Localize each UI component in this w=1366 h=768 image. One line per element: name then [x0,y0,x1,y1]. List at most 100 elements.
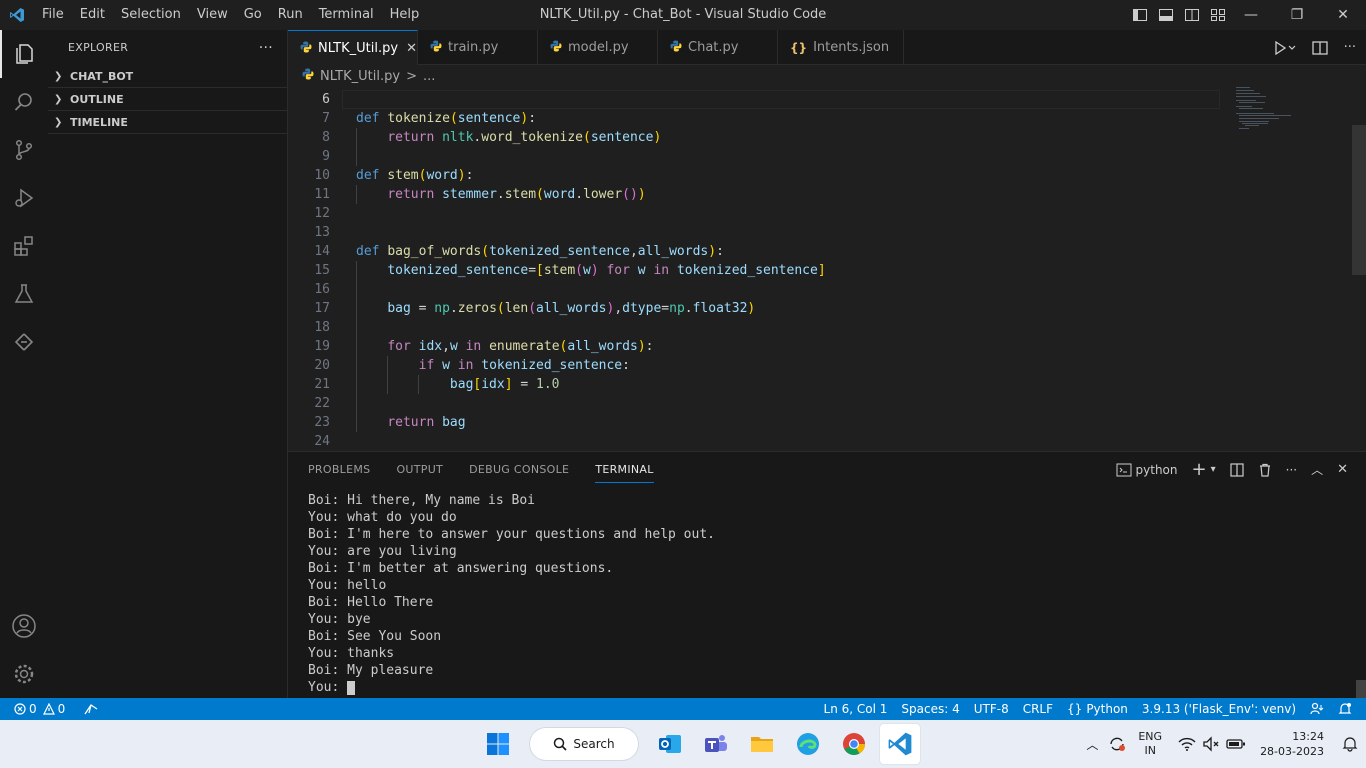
sync-icon[interactable] [1108,735,1126,753]
run-debug-icon[interactable] [0,174,48,222]
wifi-icon[interactable] [1178,736,1196,752]
section-outline[interactable]: ❯ OUTLINE [48,88,287,111]
kill-terminal-icon[interactable] [1258,463,1272,477]
minimize-button[interactable]: — [1228,0,1274,30]
clock[interactable]: 13:24 28-03-2023 [1260,729,1324,759]
python-interpreter[interactable]: 3.9.13 ('Flask_Env': venv) [1142,702,1296,716]
close-tab-icon[interactable]: ✕ [406,41,417,56]
extensions-icon[interactable] [0,222,48,270]
problems-status[interactable]: 0 0 [14,702,65,716]
split-editor-icon[interactable] [1311,40,1328,55]
braces-icon: {} [1067,702,1083,716]
menu-go[interactable]: Go [236,0,270,30]
teams-icon[interactable] [696,724,736,764]
tab-debug-console[interactable]: DEBUG CONSOLE [469,457,569,482]
encoding[interactable]: UTF-8 [974,702,1009,716]
sidebar-more-actions-button[interactable]: ··· [259,40,273,56]
outlook-icon[interactable] [650,724,690,764]
menu-file[interactable]: File [34,0,72,30]
input-language[interactable]: ENG IN [1138,730,1162,758]
tab-train[interactable]: train.py [418,30,538,65]
sidebar-title: EXPLORER [68,41,129,54]
chevron-up-icon[interactable]: ︿ [1086,736,1098,753]
taskbar-search[interactable]: Search [530,728,638,760]
cursor-position[interactable]: Ln 6, Col 1 [824,702,888,716]
indentation[interactable]: Spaces: 4 [901,702,959,716]
vscode-taskbar-icon[interactable] [880,724,920,764]
window-controls: — ❐ ✕ [1228,0,1366,30]
menu-run[interactable]: Run [270,0,311,30]
section-chat-bot[interactable]: ❯ CHAT_BOT [48,65,287,88]
toggle-primary-sidebar-icon[interactable] [1132,7,1148,23]
settings-gear-icon[interactable] [0,650,48,698]
source-control-icon[interactable] [0,126,48,174]
tab-label: NLTK_Util.py [318,40,399,56]
split-terminal-icon[interactable] [1230,462,1244,477]
tab-terminal[interactable]: TERMINAL [595,457,654,483]
code-line: 20 if w in tokenized_sentence: [314,358,630,373]
activity-bar [0,30,48,698]
section-timeline[interactable]: ❯ TIMELINE [48,111,287,134]
close-window-button[interactable]: ✕ [1320,0,1366,30]
code-editor[interactable]: 6 7 def tokenize(sentence): 8 return nltk… [288,87,1366,451]
section-label: CHAT_BOT [70,69,134,83]
maximize-panel-icon[interactable]: ︿ [1311,461,1323,478]
close-panel-icon[interactable]: ✕ [1337,462,1348,477]
remote-icon[interactable] [0,318,48,366]
language-code: ENG [1138,730,1163,743]
tab-nltk-util[interactable]: NLTK_Util.py ✕ [288,30,418,65]
terminal-scrollbar[interactable] [1356,680,1366,698]
breadcrumb: NLTK_Util.py > ... [288,65,1366,87]
notification-bell-icon[interactable] [1342,736,1358,752]
terminal-output[interactable]: Boi: Hi there, My name is Boi You: what d… [308,492,715,696]
breadcrumb-symbols[interactable]: ... [423,69,435,84]
editor-actions: ··· [1274,30,1356,65]
notifications-icon[interactable] [1338,702,1352,716]
tab-problems[interactable]: PROBLEMS [308,457,370,482]
account-icon[interactable] [0,602,48,650]
terminal-icon [1116,463,1132,476]
run-python-file-icon[interactable] [1274,40,1296,55]
menu-view[interactable]: View [189,0,236,30]
customize-layout-icon[interactable] [1210,7,1226,23]
title-bar: File Edit Selection View Go Run Terminal… [0,0,1366,30]
testing-icon[interactable] [0,270,48,318]
volume-muted-icon[interactable] [1202,736,1220,752]
chrome-icon[interactable] [834,724,874,764]
edge-icon[interactable] [788,724,828,764]
line-ending[interactable]: CRLF [1023,702,1053,716]
tab-chat[interactable]: Chat.py [658,30,778,65]
live-share-icon[interactable] [83,702,99,716]
tab-intents[interactable]: {} Intents.json [778,30,904,65]
explorer-icon[interactable] [0,30,48,78]
battery-icon[interactable] [1226,737,1246,751]
tab-model[interactable]: model.py [538,30,658,65]
language-mode[interactable]: {} Python [1067,702,1128,716]
new-terminal-icon[interactable]: + [1192,459,1207,480]
menu-terminal[interactable]: Terminal [311,0,382,30]
python-icon [430,40,442,55]
toggle-secondary-sidebar-icon[interactable] [1184,7,1200,23]
tab-label: model.py [568,40,629,55]
chevron-down-icon[interactable]: ▾ [1211,464,1216,475]
code-line: 18 [314,320,330,335]
terminal-shell-selector[interactable]: python [1116,463,1178,477]
file-explorer-icon[interactable] [742,724,782,764]
minimap[interactable] [1234,87,1314,147]
terminal-prompt-line[interactable]: You: [308,679,715,696]
warning-icon [42,703,55,715]
menu-help[interactable]: Help [382,0,428,30]
search-icon[interactable] [0,78,48,126]
maximize-button[interactable]: ❐ [1274,0,1320,30]
error-icon [14,703,26,715]
menu-edit[interactable]: Edit [72,0,113,30]
feedback-icon[interactable] [1310,702,1324,716]
breadcrumb-file[interactable]: NLTK_Util.py [320,69,400,84]
tab-output[interactable]: OUTPUT [396,457,443,482]
toggle-panel-icon[interactable] [1158,7,1174,23]
more-actions-icon[interactable]: ··· [1286,463,1297,477]
editor-scrollbar[interactable] [1352,125,1366,275]
menu-selection[interactable]: Selection [113,0,189,30]
start-button[interactable] [478,724,518,764]
more-actions-icon[interactable]: ··· [1344,40,1356,55]
